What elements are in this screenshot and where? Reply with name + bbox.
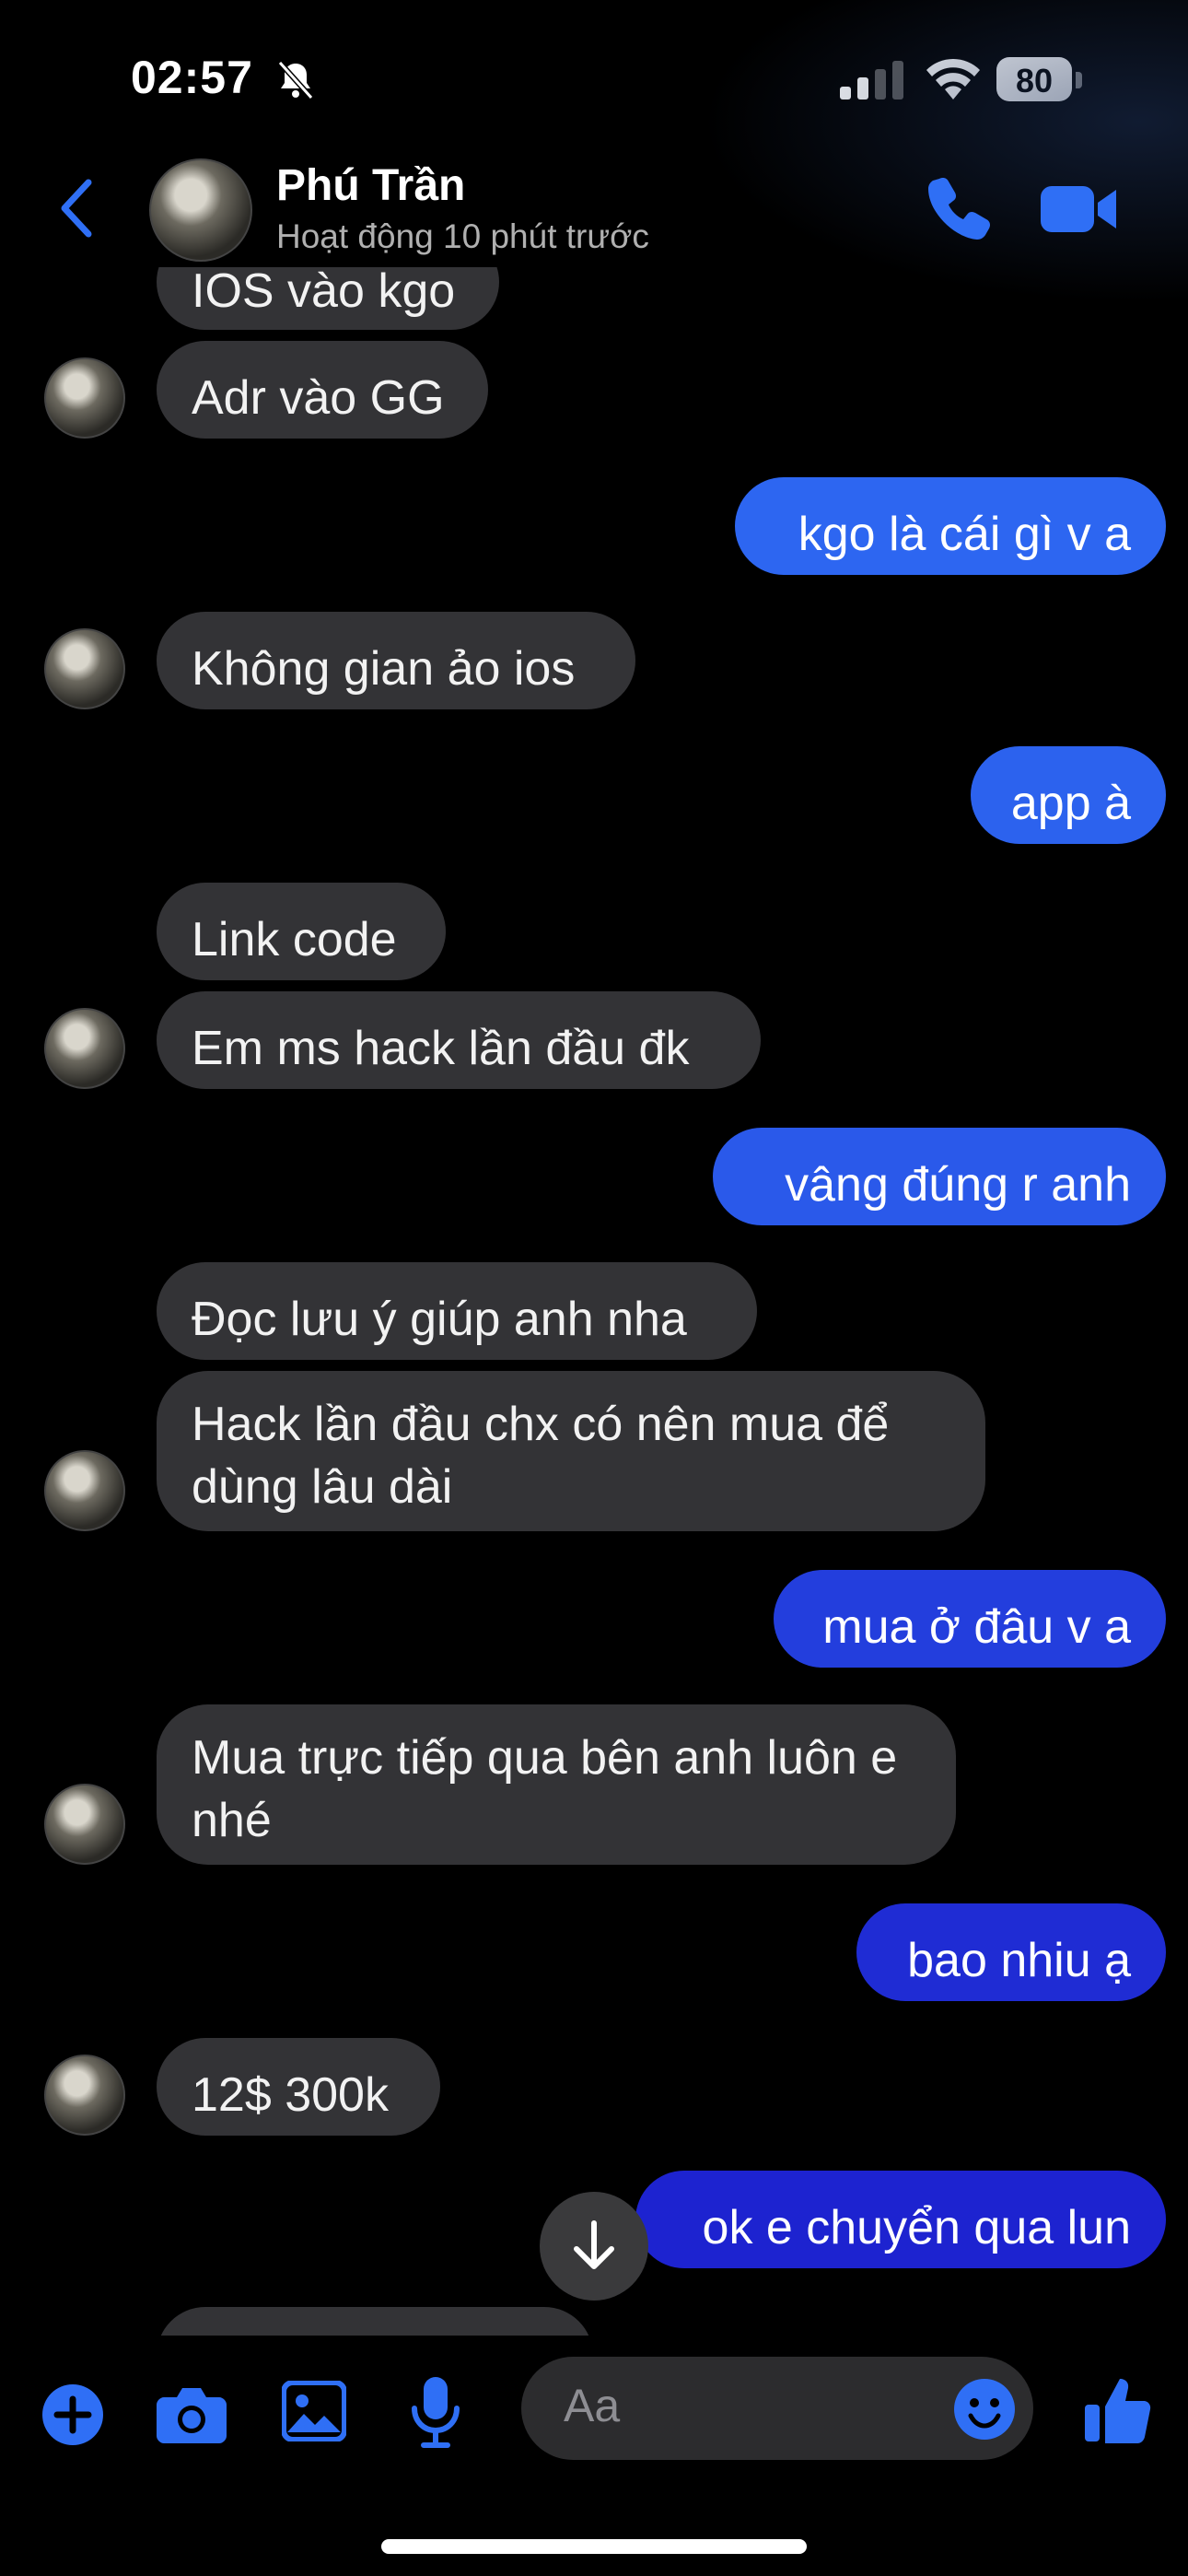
sender-avatar[interactable] xyxy=(44,2055,125,2136)
sender-avatar[interactable] xyxy=(44,1450,125,1531)
received-message[interactable]: IOS vào kgo xyxy=(157,267,499,330)
message-list[interactable]: IOS vào kgo Adr vào GG kgo là cái gì v a Kh… xyxy=(0,267,1188,2336)
sent-message[interactable]: app à xyxy=(971,746,1166,844)
message-input-placeholder: Aa xyxy=(564,2380,621,2431)
received-message[interactable]: Không gian ảo ios xyxy=(157,612,635,709)
contact-status: Hoạt động 10 phút trước xyxy=(276,217,649,255)
thumbs-up-icon[interactable] xyxy=(1083,2375,1151,2443)
sent-message[interactable]: vâng đúng r anh xyxy=(713,1128,1166,1225)
contact-avatar[interactable] xyxy=(149,158,252,262)
sender-avatar[interactable] xyxy=(44,1784,125,1865)
received-message[interactable]: Hack lần đầu chx có nên mua để dùng lâu … xyxy=(157,1371,985,1531)
sender-avatar[interactable] xyxy=(44,1008,125,1089)
received-message[interactable] xyxy=(157,2307,593,2336)
video-icon[interactable] xyxy=(1041,182,1118,236)
plus-icon[interactable] xyxy=(41,2383,105,2447)
microphone-icon[interactable] xyxy=(411,2375,460,2449)
arrow-down-icon xyxy=(574,2220,614,2269)
sent-message[interactable]: mua ở đâu v a xyxy=(774,1570,1166,1668)
sender-avatar[interactable] xyxy=(44,628,125,709)
bell-muted-icon xyxy=(277,60,314,100)
home-indicator xyxy=(381,2539,807,2554)
sender-avatar[interactable] xyxy=(44,357,125,439)
sent-message[interactable]: ok e chuyển qua lun xyxy=(635,2171,1166,2268)
status-time: 02:57 xyxy=(131,52,253,103)
sent-message[interactable]: bao nhiu ạ xyxy=(856,1903,1166,2001)
back-chevron-icon[interactable] xyxy=(57,177,96,240)
received-message[interactable]: Em ms hack lần đầu đk xyxy=(157,991,761,1089)
received-message[interactable]: Đọc lưu ý giúp anh nha xyxy=(157,1262,757,1360)
received-message[interactable]: Adr vào GG xyxy=(157,341,488,439)
image-icon[interactable] xyxy=(282,2381,346,2441)
sent-message[interactable]: kgo là cái gì v a xyxy=(735,477,1166,575)
contact-name[interactable]: Phú Trần xyxy=(276,160,465,211)
received-message[interactable]: Mua trực tiếp qua bên anh luôn e nhé xyxy=(157,1704,956,1865)
received-message[interactable]: 12$ 300k xyxy=(157,2038,440,2136)
camera-icon[interactable] xyxy=(157,2381,227,2445)
header-glow xyxy=(700,0,1188,304)
phone-icon[interactable] xyxy=(926,175,991,240)
received-message[interactable]: Link code xyxy=(157,883,446,980)
scroll-down-button[interactable] xyxy=(540,2192,648,2301)
emoji-icon[interactable] xyxy=(952,2377,1017,2441)
